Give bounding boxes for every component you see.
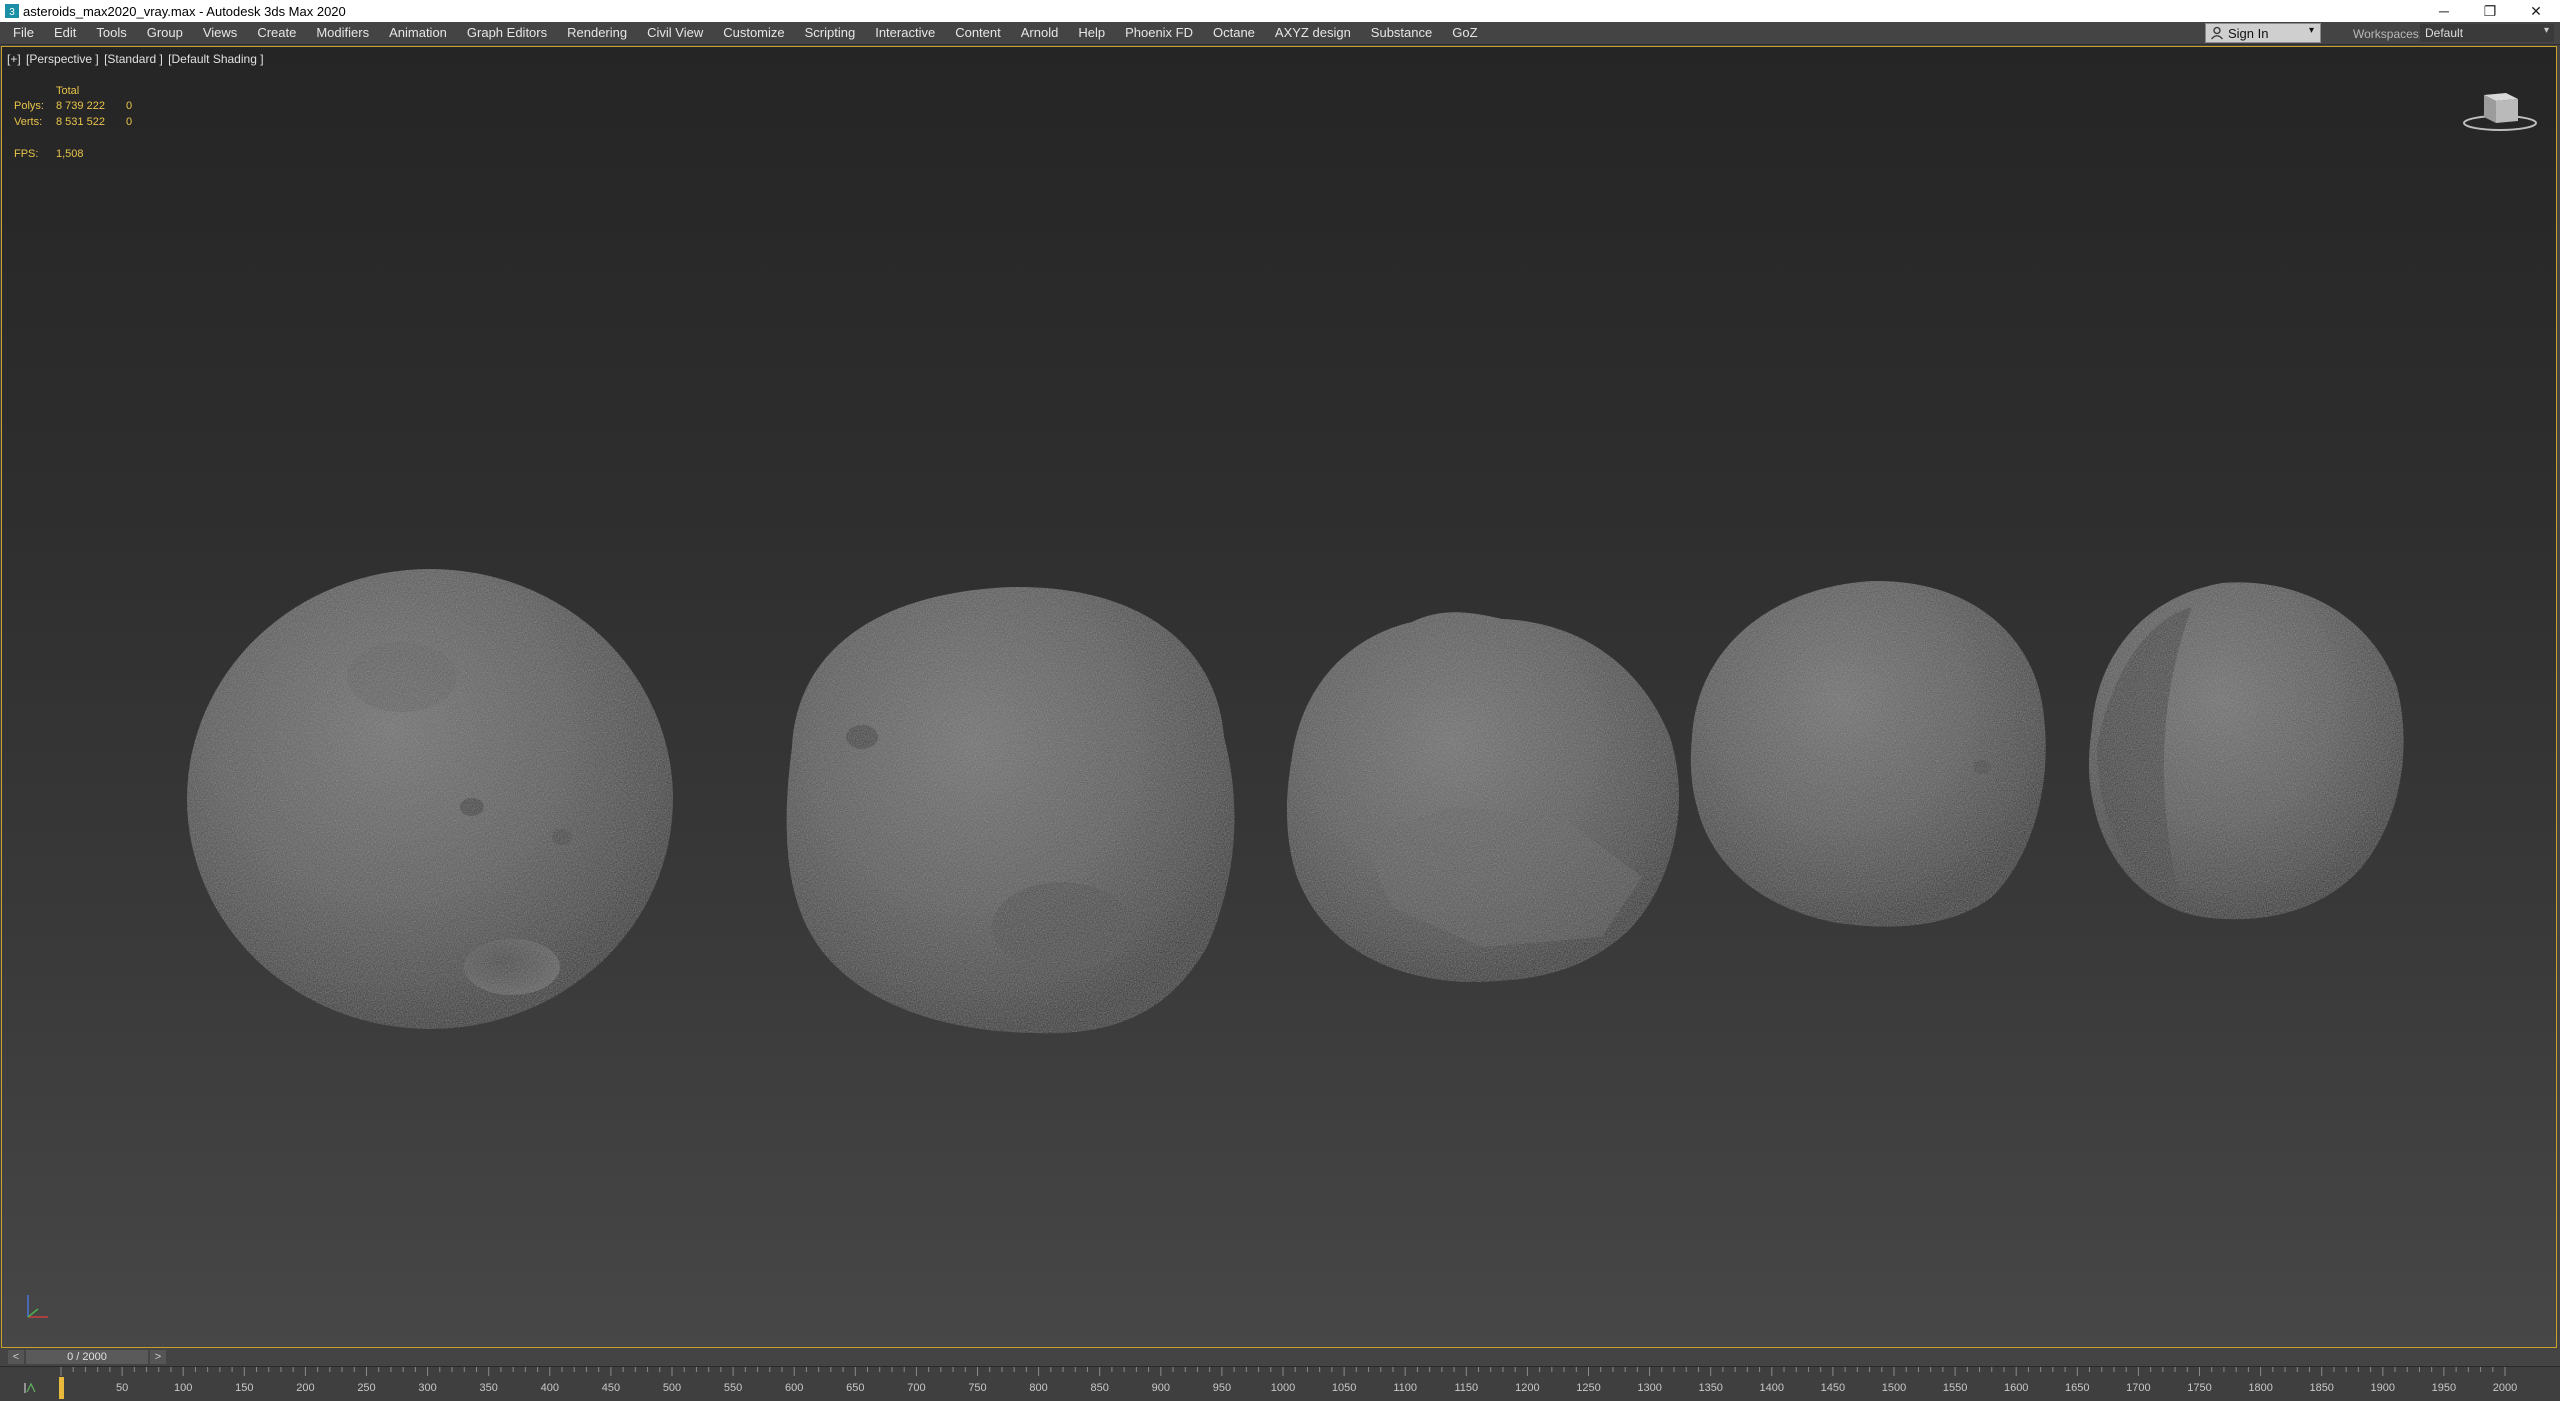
menu-graph-editors[interactable]: Graph Editors: [460, 22, 554, 44]
menu-civil-view[interactable]: Civil View: [640, 22, 710, 44]
timeline-tick-label: 750: [968, 1382, 986, 1394]
timeline-tick-label: 1500: [1882, 1382, 1906, 1394]
timeline-tick-label: 200: [296, 1382, 314, 1394]
chevron-down-icon: ▾: [2308, 25, 2314, 36]
time-slider[interactable]: 0 / 2000: [26, 1350, 148, 1364]
timeline-tick-label: 1250: [1576, 1382, 1600, 1394]
svg-text:3: 3: [9, 7, 15, 18]
asteroid-5[interactable]: [2088, 582, 2404, 920]
menu-tools[interactable]: Tools: [89, 22, 133, 44]
menu-list: File Edit Tools Group Views Create Modifiers An…: [6, 22, 1491, 44]
menu-arnold[interactable]: Arnold: [1014, 22, 1066, 44]
timeline-tick-label: 450: [602, 1382, 620, 1394]
current-frame-marker[interactable]: [59, 1377, 64, 1399]
timeline-tick-label: 850: [1091, 1382, 1109, 1394]
prev-frame-button[interactable]: <: [8, 1350, 24, 1364]
menu-file[interactable]: File: [6, 22, 41, 44]
timeline-tick-label: 1700: [2126, 1382, 2150, 1394]
timeline-tick-label: 800: [1029, 1382, 1047, 1394]
menu-scripting[interactable]: Scripting: [798, 22, 863, 44]
timeline-tick-label: 1600: [2004, 1382, 2028, 1394]
menu-octane[interactable]: Octane: [1206, 22, 1262, 44]
chevron-down-icon: ▾: [2543, 25, 2549, 36]
timeline-tick-label: 1150: [1454, 1382, 1478, 1394]
timeline-tick-label: 550: [724, 1382, 742, 1394]
timeline-tick-label: 300: [418, 1382, 436, 1394]
timeline-tick-label: 1550: [1943, 1382, 1967, 1394]
sign-in-label: Sign In: [2228, 26, 2269, 41]
asteroid-1[interactable]: [187, 569, 673, 1029]
timeline-tick-label: 1100: [1393, 1382, 1417, 1394]
timeline-tick-label: 150: [235, 1382, 253, 1394]
timeline-tick-label: 900: [1152, 1382, 1170, 1394]
asteroid-3[interactable]: [1286, 612, 1679, 982]
menu-group[interactable]: Group: [140, 22, 190, 44]
timeline-tick-label: 1300: [1637, 1382, 1661, 1394]
menu-edit[interactable]: Edit: [47, 22, 83, 44]
timeline-tick-label: 950: [1213, 1382, 1231, 1394]
user-icon: [2211, 26, 2223, 40]
menu-goz[interactable]: GoZ: [1445, 22, 1484, 44]
timeline-tick-label: 1350: [1698, 1382, 1722, 1394]
close-button[interactable]: ✕: [2513, 0, 2559, 22]
timeline-tick-label: 500: [663, 1382, 681, 1394]
menu-axyz-design[interactable]: AXYZ design: [1268, 22, 1358, 44]
timeline-tick-label: 350: [480, 1382, 498, 1394]
window-title-bar: 3 asteroids_max2020_vray.max - Autodesk …: [0, 0, 2560, 22]
timeline-tick-label: 1200: [1515, 1382, 1539, 1394]
axis-tripod-icon: [27, 1295, 48, 1318]
timeline-tick-label: 1900: [2371, 1382, 2395, 1394]
asteroid-2[interactable]: [786, 586, 1235, 1034]
timeline-tick-label: 1050: [1332, 1382, 1356, 1394]
minimize-button[interactable]: ─: [2421, 0, 2467, 22]
timeline-tick-label: 50: [116, 1382, 128, 1394]
timeline-tick-label: 1450: [1821, 1382, 1845, 1394]
timeline-tick-label: 1650: [2065, 1382, 2089, 1394]
timeline-tick-label: 1000: [1271, 1382, 1295, 1394]
3dsmax-app-icon: 3: [5, 4, 19, 18]
menu-phoenix-fd[interactable]: Phoenix FD: [1118, 22, 1200, 44]
timeline-tick-label: 250: [357, 1382, 375, 1394]
menu-views[interactable]: Views: [196, 22, 244, 44]
timeline-tick-label: 400: [541, 1382, 559, 1394]
restore-button[interactable]: ❐: [2467, 0, 2513, 22]
window-title: asteroids_max2020_vray.max - Autodesk 3d…: [23, 4, 346, 19]
menu-interactive[interactable]: Interactive: [868, 22, 942, 44]
timeline-tick-label: 1750: [2187, 1382, 2211, 1394]
viewcube-icon[interactable]: [2460, 87, 2540, 133]
timeline-tick-label: 1850: [2309, 1382, 2333, 1394]
timeline-tick-label: 1950: [2432, 1382, 2456, 1394]
sign-in-dropdown[interactable]: Sign In ▾: [2205, 23, 2321, 43]
timeline-tick-label: 600: [785, 1382, 803, 1394]
menu-animation[interactable]: Animation: [382, 22, 454, 44]
menu-customize[interactable]: Customize: [716, 22, 791, 44]
menu-modifiers[interactable]: Modifiers: [309, 22, 376, 44]
main-menu-bar: File Edit Tools Group Views Create Modifiers An…: [0, 22, 2560, 45]
menu-create[interactable]: Create: [250, 22, 303, 44]
menu-substance[interactable]: Substance: [1364, 22, 1439, 44]
timeline-tick-label: 700: [907, 1382, 925, 1394]
timeline-tick-label: 1400: [1760, 1382, 1784, 1394]
track-bar[interactable]: 50 100 150 200 250 300 350 400 450 500 550 600 650 70…: [0, 1366, 2560, 1401]
menu-rendering[interactable]: Rendering: [560, 22, 634, 44]
timeline-ruler: 50 100 150 200 250 300 350 400 450 500 550 600 650 70…: [60, 1367, 2517, 1394]
menu-content[interactable]: Content: [948, 22, 1008, 44]
timeline-tick-label: 2000: [2493, 1382, 2517, 1394]
workspace-value: Default: [2425, 26, 2464, 40]
time-slider-bar: < 0 / 2000 >: [0, 1349, 2560, 1365]
workspace-select[interactable]: Default ▾: [2420, 24, 2554, 42]
next-frame-button[interactable]: >: [150, 1350, 166, 1364]
menu-help[interactable]: Help: [1071, 22, 1112, 44]
timeline-tick-label: 1800: [2248, 1382, 2272, 1394]
scene-asteroids[interactable]: [2, 47, 2556, 1347]
timeline-tick-label: 100: [174, 1382, 192, 1394]
timeline-tick-label: 650: [846, 1382, 864, 1394]
asteroid-4[interactable]: [1690, 580, 2046, 927]
workspaces-label: Workspaces:: [2353, 27, 2423, 41]
perspective-viewport[interactable]: [+] [Perspective ] [Standard ] [Default …: [1, 46, 2557, 1348]
